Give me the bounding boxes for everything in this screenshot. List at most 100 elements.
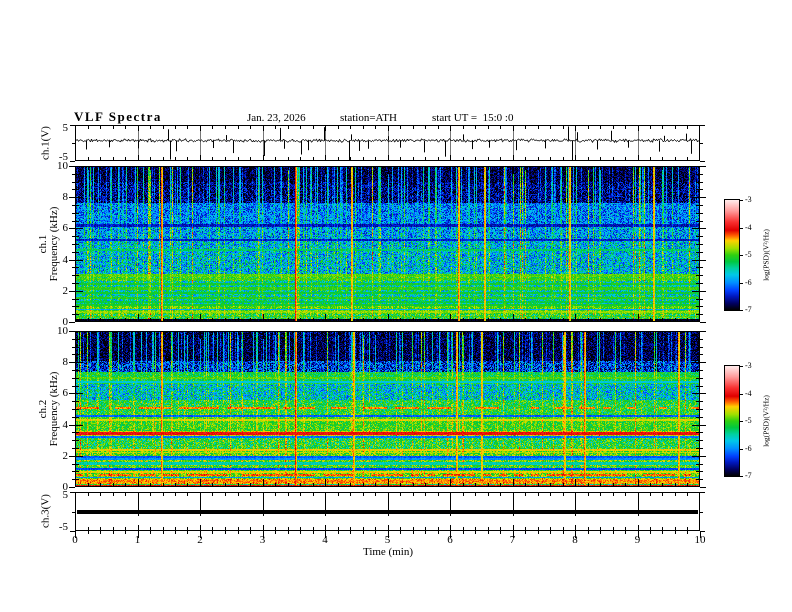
- freq-tick-mark: [700, 471, 703, 472]
- freq-tick-mark: [72, 314, 75, 315]
- colorbar-tick-mark: [739, 394, 743, 395]
- freq-tick-mark: [700, 260, 706, 261]
- colorbar-tick-mark: [739, 310, 743, 311]
- freq-tick-mark: [72, 244, 75, 245]
- freq-tick-label: 4: [62, 253, 69, 266]
- freq-tick-mark: [72, 275, 75, 276]
- x-tick-mark: [500, 531, 501, 534]
- freq-tick-mark: [72, 479, 75, 480]
- colorbar-tick-label: -3: [745, 195, 752, 204]
- freq-tick-mark: [700, 166, 706, 167]
- x-tick-mark: [600, 531, 601, 534]
- x-tick-mark: [662, 531, 663, 534]
- freq-tick-mark: [72, 221, 75, 222]
- ch3-voltage-trace-panel: [75, 492, 700, 531]
- freq-tick-mark: [700, 393, 706, 394]
- ch1-spectrogram-panel: [75, 166, 700, 322]
- start-time-label: start UT = 15:0 :0: [432, 112, 514, 124]
- colorbar-tick-mark: [739, 366, 743, 367]
- freq-tick-mark: [700, 275, 703, 276]
- freq-tick-mark: [72, 386, 75, 387]
- freq-tick-mark: [72, 174, 75, 175]
- x-tick-mark: [100, 531, 101, 534]
- colorbar-ch2: [724, 365, 740, 477]
- freq-tick-mark: [72, 339, 75, 340]
- freq-tick-mark: [69, 166, 75, 167]
- volt-tick-label: 5: [62, 489, 69, 501]
- x-tick-mark: [687, 531, 688, 534]
- volt-tick-label: -5: [58, 151, 68, 163]
- freq-tick-mark: [700, 252, 703, 253]
- x-tick-mark: [300, 531, 301, 534]
- volt-tick-mark: [700, 531, 705, 532]
- x-tick-mark: [363, 531, 364, 534]
- x-tick-mark: [125, 531, 126, 534]
- figure-date: Jan. 23, 2026: [247, 112, 306, 124]
- x-tick-mark: [350, 531, 351, 534]
- x-tick-mark: [275, 531, 276, 534]
- volt-tick-mark: [72, 512, 75, 513]
- freq-tick-mark: [69, 487, 75, 488]
- freq-tick-mark: [700, 417, 703, 418]
- station-label: station=ATH: [340, 112, 397, 124]
- freq-tick-mark: [700, 448, 703, 449]
- volt-tick-mark: [700, 492, 705, 493]
- volt-tick-label: -5: [58, 521, 68, 533]
- x-tick-mark: [463, 531, 464, 534]
- x-tick-mark: [325, 531, 326, 538]
- freq-tick-mark: [72, 306, 75, 307]
- x-tick-mark: [700, 531, 701, 538]
- freq-tick-mark: [700, 409, 703, 410]
- freq-tick-mark: [72, 347, 75, 348]
- freq-tick-mark: [69, 322, 75, 323]
- colorbar-tick-mark: [739, 228, 743, 229]
- freq-tick-mark: [700, 182, 703, 183]
- freq-tick-mark: [700, 197, 706, 198]
- volt-tick-mark: [700, 161, 705, 162]
- freq-tick-mark: [700, 299, 703, 300]
- x-tick-mark: [575, 531, 576, 538]
- colorbar-tick-label: -6: [745, 443, 752, 453]
- x-tick-mark: [650, 531, 651, 534]
- x-tick-mark: [163, 531, 164, 534]
- x-tick-mark: [313, 531, 314, 534]
- volt-tick-label: 5: [62, 122, 69, 134]
- volt-tick-mark: [700, 143, 703, 144]
- x-tick-mark: [550, 531, 551, 534]
- freq-tick-mark: [700, 189, 703, 190]
- freq-tick-mark: [700, 267, 703, 268]
- x-tick-mark: [238, 531, 239, 534]
- freq-tick-mark: [69, 425, 75, 426]
- x-tick-mark: [375, 531, 376, 534]
- ch1-axis-label-line2: Frequency (kHz): [48, 206, 60, 282]
- freq-tick-label: 2: [62, 284, 69, 297]
- freq-tick-mark: [700, 487, 706, 488]
- freq-tick-mark: [700, 401, 703, 402]
- x-tick-mark: [388, 531, 389, 538]
- colorbar-tick-label: -7: [745, 305, 752, 314]
- colorbar-tick-mark: [739, 255, 743, 256]
- colorbar-tick-label: -5: [745, 416, 752, 425]
- freq-tick-label: 8: [62, 191, 69, 204]
- x-tick-mark: [212, 531, 213, 534]
- colorbar-tick-label: -4: [745, 222, 752, 232]
- ch1-frequency-axis-label: ch.1 Frequency (kHz): [37, 206, 60, 282]
- freq-tick-mark: [72, 283, 75, 284]
- freq-tick-mark: [700, 347, 703, 348]
- colorbar-ch1-label: log(PSD)(V²/Hz): [761, 229, 771, 281]
- x-tick-mark: [250, 531, 251, 534]
- freq-tick-label: 6: [62, 222, 69, 235]
- x-tick-mark: [400, 531, 401, 534]
- freq-tick-label: 2: [62, 449, 69, 462]
- freq-tick-mark: [72, 471, 75, 472]
- x-tick-mark: [450, 531, 451, 538]
- colorbar-ch2-label: log(PSD)(V²/Hz): [761, 395, 771, 447]
- x-tick-mark: [413, 531, 414, 534]
- x-tick-mark: [488, 531, 489, 534]
- colorbar-tick-mark: [739, 200, 743, 201]
- freq-tick-mark: [700, 314, 703, 315]
- freq-tick-mark: [700, 283, 703, 284]
- freq-tick-mark: [700, 378, 703, 379]
- x-tick-mark: [150, 531, 151, 534]
- vlf-spectra-figure: VLF Spectra Jan. 23, 2026 station=ATH st…: [0, 0, 792, 612]
